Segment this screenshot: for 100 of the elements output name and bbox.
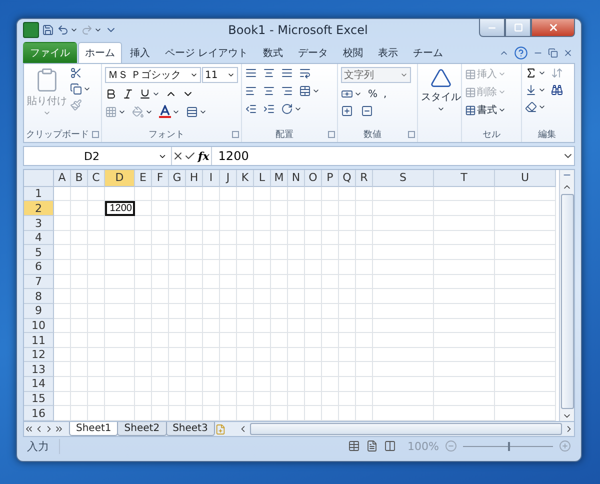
grid-cell[interactable] [152, 230, 169, 246]
grid-cell[interactable] [305, 348, 322, 362]
grid-cell[interactable] [434, 216, 495, 231]
grid-cell[interactable] [434, 201, 495, 216]
grid-cell[interactable] [339, 333, 356, 348]
grid-cell[interactable] [339, 318, 356, 334]
grid-cell[interactable] [271, 186, 288, 202]
grid-cell[interactable] [434, 377, 495, 392]
grid-cell[interactable] [220, 216, 237, 231]
grid-cell[interactable] [152, 406, 169, 421]
grid-cell[interactable] [135, 201, 152, 216]
ribbon-tab[interactable]: 数式 [256, 42, 290, 63]
grid-cell[interactable] [339, 289, 356, 304]
grid-cell[interactable] [88, 274, 105, 290]
number-format-field[interactable]: 文字列 [341, 67, 411, 83]
grid-cell[interactable] [373, 348, 434, 362]
grid-cell[interactable] [434, 230, 495, 246]
fill-color-icon[interactable] [132, 106, 153, 118]
row-header[interactable]: 16 [24, 406, 54, 421]
comma-button[interactable]: , [384, 88, 387, 100]
launcher-icon[interactable] [232, 131, 239, 138]
grid-cell[interactable] [254, 260, 271, 275]
column-header[interactable]: I [203, 170, 220, 187]
file-tab[interactable]: ファイル [23, 42, 77, 63]
grid-cell[interactable] [220, 245, 237, 260]
grid-cell[interactable] [135, 362, 152, 378]
grid-cell[interactable] [322, 377, 339, 392]
grid-cell[interactable] [434, 260, 495, 275]
grid-cell[interactable] [322, 362, 339, 378]
column-header[interactable]: Q [339, 170, 356, 187]
grid-cell[interactable] [152, 333, 169, 348]
grid-cell[interactable] [203, 274, 220, 290]
grid-cell[interactable] [186, 186, 203, 202]
grid-cell[interactable] [220, 260, 237, 275]
grid-cell[interactable] [152, 245, 169, 260]
grid-cell[interactable] [271, 392, 288, 406]
ribbon-tab[interactable]: 表示 [371, 42, 406, 63]
grid-cell[interactable] [220, 406, 237, 421]
grid-cell[interactable] [71, 333, 88, 348]
grid-cell[interactable] [186, 304, 203, 319]
grid-cell[interactable] [186, 392, 203, 406]
grid-cell[interactable] [373, 392, 434, 406]
grid-cell[interactable] [271, 274, 288, 290]
grid-cell[interactable] [71, 318, 88, 334]
grid-cell[interactable] [54, 216, 71, 231]
grid-cell[interactable] [305, 230, 322, 246]
grid-cell[interactable] [105, 348, 135, 362]
grid-cell[interactable] [54, 377, 71, 392]
grid-cell[interactable] [135, 392, 152, 406]
grid-cell[interactable] [152, 318, 169, 334]
grid-cell[interactable] [203, 289, 220, 304]
column-header[interactable]: J [220, 170, 237, 187]
grid-cell[interactable] [105, 377, 135, 392]
orientation-icon[interactable] [281, 103, 302, 115]
grid-cell[interactable] [339, 377, 356, 392]
grid-cell[interactable] [135, 318, 152, 334]
grid-cell[interactable] [152, 348, 169, 362]
grid-cell[interactable] [237, 260, 254, 275]
column-header[interactable]: R [356, 170, 373, 187]
grid-cell[interactable] [288, 216, 305, 231]
grid-cell[interactable] [54, 362, 71, 378]
grid-cell[interactable] [152, 274, 169, 290]
grid-cell[interactable] [495, 362, 556, 378]
grid-cell[interactable] [71, 392, 88, 406]
grid-cell[interactable] [186, 230, 203, 246]
grid-cell[interactable] [305, 216, 322, 231]
row-header[interactable]: 7 [24, 274, 54, 290]
row-header[interactable]: 12 [24, 348, 54, 362]
row-header[interactable]: 5 [24, 245, 54, 260]
column-header[interactable]: P [322, 170, 339, 187]
grid-cell[interactable] [169, 392, 186, 406]
grid-cell[interactable] [203, 201, 220, 216]
grid-cell[interactable] [88, 304, 105, 319]
grid-cell[interactable] [203, 377, 220, 392]
launcher-icon[interactable] [408, 131, 415, 138]
grid-cell[interactable] [220, 186, 237, 202]
grid-cell[interactable] [271, 260, 288, 275]
grid-cell[interactable] [495, 333, 556, 348]
grid-cell[interactable] [356, 216, 373, 231]
row-header[interactable]: 3 [24, 216, 54, 231]
grid-cell[interactable] [288, 245, 305, 260]
grid-cell[interactable] [54, 289, 71, 304]
scroll-thumb[interactable] [560, 194, 574, 409]
grid-cell[interactable] [254, 318, 271, 334]
grid-cell[interactable] [373, 377, 434, 392]
grid-cell[interactable] [186, 289, 203, 304]
ribbon-tab[interactable]: 挿入 [123, 42, 157, 63]
grid-cell[interactable] [88, 406, 105, 421]
grid-cell[interactable] [373, 318, 434, 334]
grid-cell[interactable] [495, 201, 556, 216]
grid-cell[interactable] [373, 289, 434, 304]
grid-cell[interactable] [305, 304, 322, 319]
grid-cell[interactable] [105, 289, 135, 304]
merge-icon[interactable] [299, 85, 320, 97]
grid-cell[interactable] [373, 230, 434, 246]
grid-cell[interactable] [339, 304, 356, 319]
undo-icon[interactable] [57, 24, 78, 36]
grid-cell[interactable] [356, 230, 373, 246]
grid-cell[interactable] [434, 333, 495, 348]
grid-cell[interactable] [495, 289, 556, 304]
